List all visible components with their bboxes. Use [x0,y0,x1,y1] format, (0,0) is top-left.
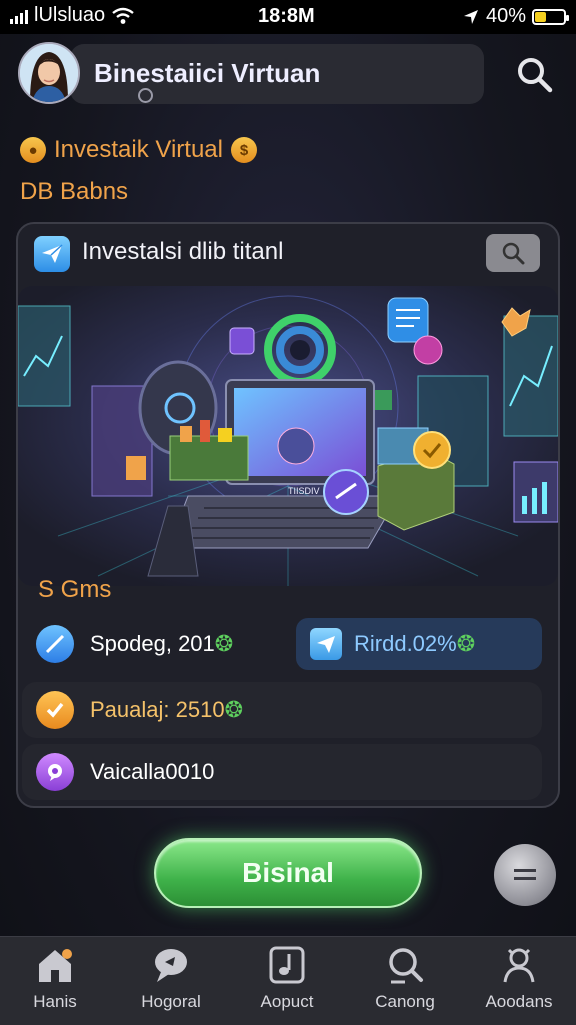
search-icon [389,948,423,984]
menu-fab-button[interactable] [494,844,556,906]
tab-label: Hanis [33,992,77,1011]
hero-illustration: TIISDIV [18,286,558,586]
search-icon [502,242,525,265]
cargo-box-graphic [377,427,455,531]
gear-icon: ❂ [224,697,243,722]
page-indicator-dot [138,88,153,103]
tab-label: Aopuct [260,992,314,1011]
tab-home[interactable]: Hanis [0,944,110,1020]
list-item-label: Spodeg, 201❂ [90,631,234,656]
battery-fill [535,11,546,22]
gear-icon: ❂ [456,631,476,656]
app-title: Binestaiici Virtuan [94,58,321,88]
tab-label: Canong [375,992,435,1011]
section-heading: ● Investaik Virtual $ [20,136,257,164]
tab-messages[interactable]: Hogoral [116,944,226,1020]
medal-icon: ● [20,137,46,163]
menu-icon [514,869,536,880]
list-item-label: Paualaj: 2510❂ [90,697,243,722]
tab-label: Aoodans [485,992,553,1011]
carrier-area: lUlsluao [10,4,135,27]
avatar-portrait [20,44,78,102]
list-item[interactable]: Paualaj: 2510❂ [22,682,542,738]
title-bar[interactable]: Binestaiici Virtuan [70,44,484,104]
battery-percent: 40% [485,5,526,27]
user-icon [503,948,535,983]
carrier-name: lUlsluao [34,4,106,26]
primary-action-button[interactable]: Bisinal [154,838,422,908]
card-search-button[interactable] [486,234,540,272]
status-bar: lUlsluao 18:8M 40% [0,0,576,34]
wifi-icon [112,7,134,24]
list-item-highlighted[interactable]: Rirdd.02%❂ [296,618,542,670]
signal-icon [10,8,28,24]
tab-product[interactable]: Aopuct [232,944,342,1020]
home-icon [39,949,72,982]
coin-icon: $ [230,137,257,163]
card-title: Investalsi dlib titanl [82,238,284,265]
avatar[interactable] [18,42,80,104]
status-right: 40% [462,5,569,28]
location-arrow-icon [463,9,478,24]
search-icon[interactable] [512,52,556,96]
list-item-label: Rirdd.02%❂ [354,631,476,656]
tab-label: Hogoral [141,992,201,1011]
section-label: S Gms [38,576,112,603]
tab-account[interactable]: Aoodans [464,944,574,1020]
check-icon [36,691,74,729]
list-item[interactable]: Spodeg, 201❂ [36,618,233,670]
gear-icon: ❂ [214,631,234,656]
chat-icon [155,949,187,982]
battery-icon [532,8,569,25]
clock: 18:8M [258,5,315,27]
paper-plane-icon [34,236,70,272]
chat-bubble-icon [36,753,74,791]
list-item-label: Vaicalla0010 [90,759,215,784]
list-item[interactable]: Vaicalla0010 [22,744,542,800]
paper-plane-icon [310,628,342,660]
balance-label: DB Babns [20,178,129,205]
section-heading-text: Investaik Virtual [54,136,223,163]
tab-search[interactable]: Canong [350,944,460,1020]
screen-text: TIISDIV [288,486,320,496]
music-note-icon [269,946,305,984]
paper-plane-icon [36,625,74,663]
